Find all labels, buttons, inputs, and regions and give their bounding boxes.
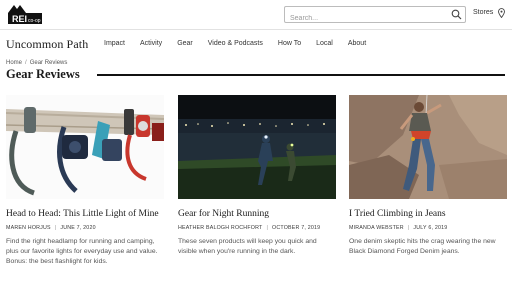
main-nav: Impact Activity Gear Video & Podcasts Ho… <box>104 40 381 47</box>
article-date: JUNE 7, 2020 <box>60 225 96 231</box>
title-rule <box>97 74 505 76</box>
article-card[interactable]: Head to Head: This Little Light of Mine … <box>6 95 164 267</box>
search-box <box>284 6 466 26</box>
article-card[interactable]: I Tried Climbing in Jeans MIRANDA WEBSTE… <box>349 95 507 257</box>
site-brand[interactable]: Uncommon Path <box>6 37 88 52</box>
nav-local[interactable]: Local <box>316 40 333 47</box>
search-icon[interactable] <box>451 9 462 20</box>
page-title: Gear Reviews <box>6 67 80 81</box>
article-description: These seven products will keep you quick… <box>178 238 317 255</box>
meta-divider: | <box>266 225 269 231</box>
meta-divider: | <box>54 225 57 231</box>
meta-divider: | <box>407 225 410 231</box>
breadcrumb-gear-reviews[interactable]: Gear Reviews <box>30 60 68 66</box>
nav-activity[interactable]: Activity <box>140 40 162 47</box>
breadcrumb-home[interactable]: Home <box>6 60 22 66</box>
article-image-night-running[interactable] <box>178 95 336 199</box>
article-title[interactable]: I Tried Climbing in Jeans <box>349 209 507 219</box>
stores-link[interactable]: Stores <box>473 9 493 16</box>
article-date: OCTOBER 7, 2019 <box>272 225 321 231</box>
article-card[interactable]: Gear for Night Running HEATHER BALOGH RO… <box>178 95 336 257</box>
search-input[interactable] <box>285 11 445 26</box>
top-bar: REI co-op Stores <box>0 0 512 30</box>
breadcrumb-separator: / <box>25 60 27 66</box>
article-meta: HEATHER BALOGH ROCHFORT | OCTOBER 7, 2019 <box>178 225 336 231</box>
map-pin-icon[interactable] <box>498 8 505 18</box>
article-image-headlamps[interactable] <box>6 95 164 199</box>
nav-video-podcasts[interactable]: Video & Podcasts <box>208 40 263 47</box>
nav-about[interactable]: About <box>348 40 366 47</box>
article-author: MIRANDA WEBSTER <box>349 225 404 231</box>
article-author: MAREN HORJUS <box>6 225 51 231</box>
article-title[interactable]: Head to Head: This Little Light of Mine <box>6 209 164 219</box>
nav-gear[interactable]: Gear <box>177 40 193 47</box>
article-meta: MAREN HORJUS | JUNE 7, 2020 <box>6 225 164 231</box>
article-meta: MIRANDA WEBSTER | JULY 6, 2019 <box>349 225 507 231</box>
rei-logo[interactable]: REI co-op <box>6 4 46 26</box>
article-description: One denim skeptic hits the crag wearing … <box>349 238 496 255</box>
article-image-climbing[interactable] <box>349 95 507 199</box>
nav-impact[interactable]: Impact <box>104 40 125 47</box>
article-description: Find the right headlamp for running and … <box>6 238 158 265</box>
article-author: HEATHER BALOGH ROCHFORT <box>178 225 263 231</box>
breadcrumb: Home / Gear Reviews <box>6 60 67 66</box>
svg-text:REI: REI <box>12 14 27 24</box>
article-date: JULY 6, 2019 <box>413 225 448 231</box>
nav-how-to[interactable]: How To <box>278 40 301 47</box>
article-title[interactable]: Gear for Night Running <box>178 209 336 219</box>
svg-text:co-op: co-op <box>28 18 41 24</box>
